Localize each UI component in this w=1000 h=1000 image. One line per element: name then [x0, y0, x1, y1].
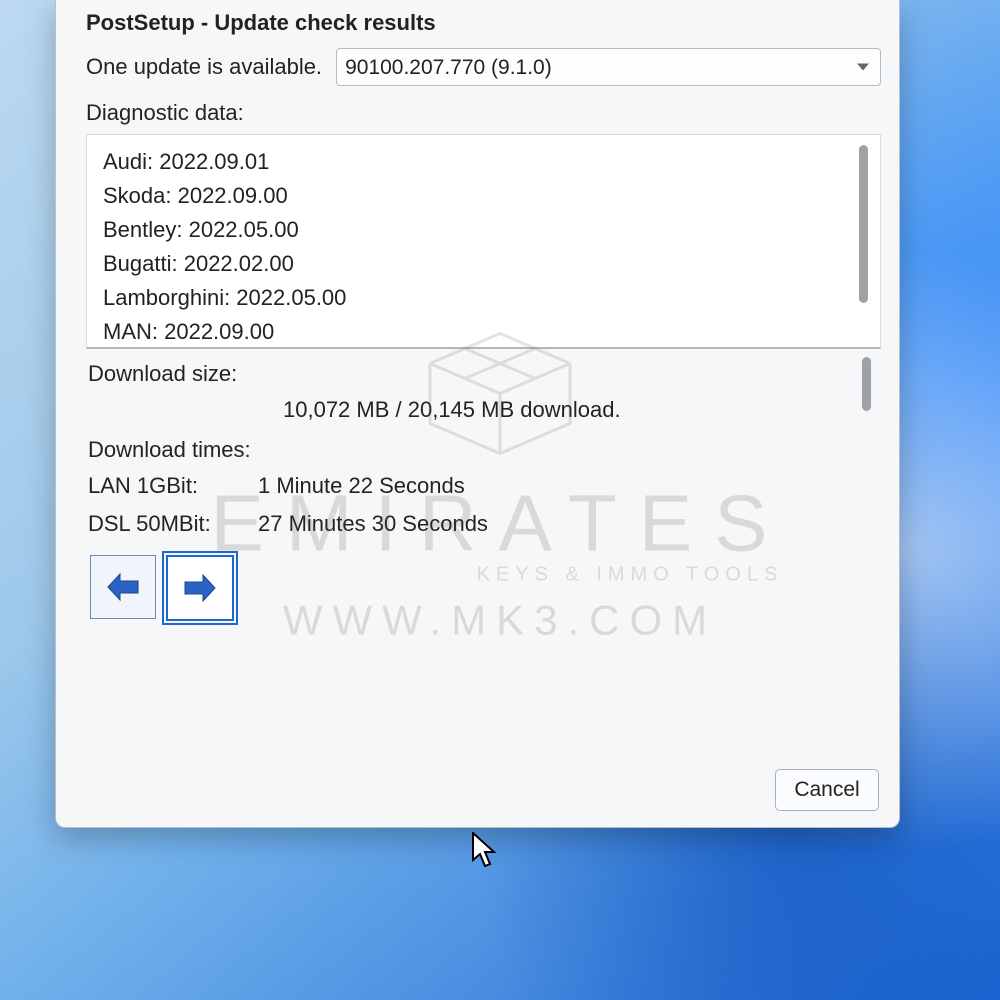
list-item: Lamborghini: 2022.05.00 [103, 281, 844, 315]
mouse-cursor-icon [472, 832, 500, 870]
dialog-button-row: Cancel [775, 769, 879, 811]
desktop-background: PostSetup - Update check results One upd… [0, 0, 1000, 1000]
version-select[interactable]: 90100.207.770 (9.1.0) [336, 48, 881, 86]
scrollbar-thumb[interactable] [859, 145, 868, 303]
list-item: Audi: 2022.09.01 [103, 145, 844, 179]
update-available-label: One update is available. [86, 54, 322, 80]
list-item: MAN: 2022.09.00 [103, 315, 844, 349]
wizard-nav-row [88, 555, 845, 621]
arrow-right-icon [183, 573, 217, 603]
diagnostic-data-list: Audi: 2022.09.01 Skoda: 2022.09.00 Bentl… [86, 134, 881, 349]
dsl-value: 27 Minutes 30 Seconds [258, 511, 845, 537]
list-item: Bentley: 2022.05.00 [103, 213, 844, 247]
update-available-row: One update is available. 90100.207.770 (… [86, 48, 881, 86]
arrow-left-icon [106, 572, 140, 602]
dsl-label: DSL 50MBit: [88, 511, 258, 537]
list-item: Bugatti: 2022.02.00 [103, 247, 844, 281]
version-select-wrap: 90100.207.770 (9.1.0) [336, 48, 881, 86]
download-size-value: 10,072 MB / 20,145 MB download. [88, 397, 845, 423]
scrollbar-thumb[interactable] [862, 357, 871, 411]
lan-label: LAN 1GBit: [88, 473, 258, 499]
next-button[interactable] [166, 555, 234, 621]
diagnostic-data-label: Diagnostic data: [86, 100, 881, 126]
back-button[interactable] [90, 555, 156, 619]
download-times-label: Download times: [88, 437, 845, 463]
list-item: Skoda: 2022.09.00 [103, 179, 844, 213]
dialog-postsetup: PostSetup - Update check results One upd… [55, 0, 900, 828]
lan-value: 1 Minute 22 Seconds [258, 473, 845, 499]
dialog-title: PostSetup - Update check results [86, 10, 881, 36]
download-size-label: Download size: [88, 361, 845, 387]
cancel-button[interactable]: Cancel [775, 769, 879, 811]
download-times-grid: LAN 1GBit: 1 Minute 22 Seconds DSL 50MBi… [88, 473, 845, 537]
download-info-panel: Download size: 10,072 MB / 20,145 MB dow… [86, 349, 881, 621]
